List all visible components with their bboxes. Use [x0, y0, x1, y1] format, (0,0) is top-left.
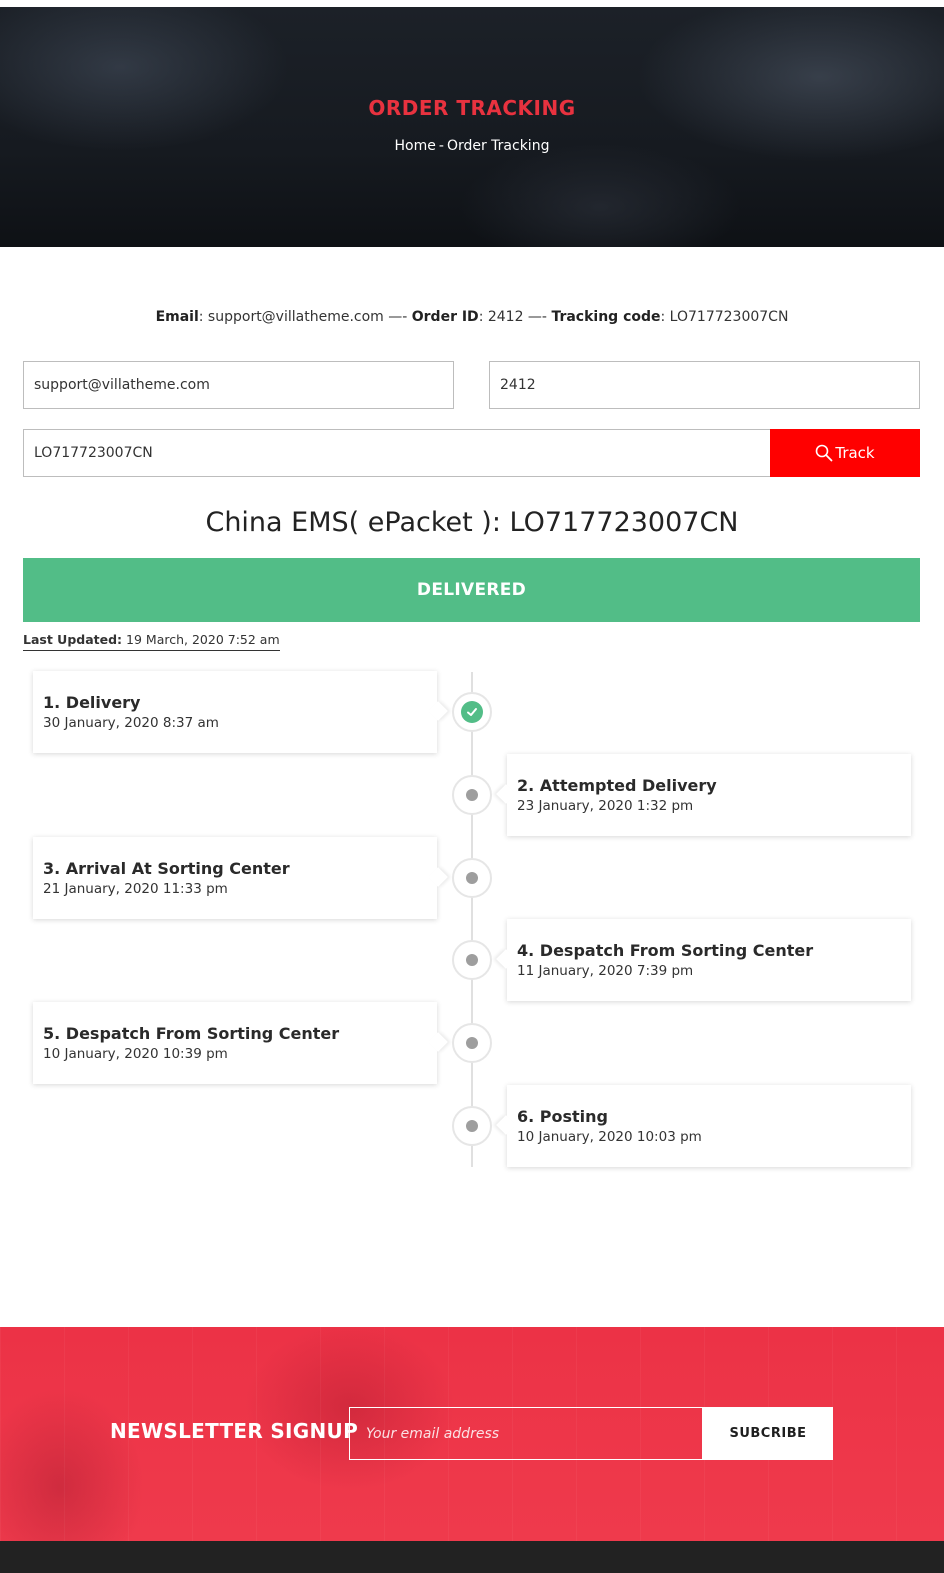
timeline-marker	[452, 1023, 492, 1063]
timeline-event-title: 5. Despatch From Sorting Center	[43, 1024, 340, 1043]
check-icon	[461, 701, 483, 723]
timeline-event-date: 10 January, 2020 10:03 pm	[517, 1129, 702, 1145]
track-button[interactable]: Track	[770, 429, 920, 477]
newsletter-email-input[interactable]	[349, 1407, 703, 1460]
page-title: ORDER TRACKING	[368, 96, 576, 120]
search-icon	[816, 444, 833, 462]
tracking-code-label: Tracking code	[551, 309, 661, 325]
dot-icon	[466, 954, 478, 966]
timeline-event-title: 3. Arrival At Sorting Center	[43, 859, 290, 878]
timeline-event-title: 1. Delivery	[43, 693, 141, 712]
top-strip	[0, 0, 944, 7]
email-field[interactable]	[23, 361, 454, 409]
dot-icon	[466, 1120, 478, 1132]
footer	[0, 1541, 944, 1573]
timeline-event-title: 6. Posting	[517, 1107, 608, 1126]
last-updated: Last Updated: 19 March, 2020 7:52 am	[23, 632, 280, 651]
newsletter-title: NEWSLETTER SIGNUP	[110, 1419, 359, 1443]
timeline-event: 5. Despatch From Sorting Center 10 Janua…	[33, 1002, 437, 1084]
dot-icon	[466, 872, 478, 884]
timeline-marker	[452, 940, 492, 980]
tracking-code-value: : LO717723007CN	[660, 309, 789, 325]
status-label: DELIVERED	[416, 580, 527, 600]
timeline-line	[471, 672, 473, 1167]
subscribe-button[interactable]: SUBCRIBE	[703, 1407, 833, 1460]
order-id-label: Order ID	[411, 309, 479, 325]
last-updated-value: 19 March, 2020 7:52 am	[122, 632, 280, 647]
timeline-marker	[452, 775, 492, 815]
breadcrumb-current: Order Tracking	[446, 138, 550, 154]
timeline-marker	[452, 858, 492, 898]
order-id-value: : 2412	[478, 309, 524, 325]
breadcrumb-home-link[interactable]: Home	[395, 138, 436, 154]
timeline-event: 6. Posting 10 January, 2020 10:03 pm	[507, 1085, 911, 1167]
tracking-summary: Email: support@villatheme.com —- Order I…	[0, 309, 944, 325]
summary-separator: —-	[383, 309, 412, 325]
timeline-event: 1. Delivery 30 January, 2020 8:37 am	[33, 671, 437, 753]
tracking-code-field[interactable]	[23, 429, 771, 477]
last-updated-label: Last Updated:	[23, 632, 123, 647]
timeline-event-title: 4. Despatch From Sorting Center	[517, 941, 814, 960]
timeline-event: 2. Attempted Delivery 23 January, 2020 1…	[507, 754, 911, 836]
status-badge: DELIVERED	[23, 558, 920, 622]
email-label: Email	[155, 309, 199, 325]
email-value: : support@villatheme.com	[198, 309, 384, 325]
timeline-event-date: 10 January, 2020 10:39 pm	[43, 1046, 228, 1062]
timeline-marker-completed	[452, 692, 492, 732]
breadcrumb: Home - Order Tracking	[0, 138, 944, 154]
summary-separator: —-	[523, 309, 552, 325]
timeline-marker	[452, 1106, 492, 1146]
timeline-event-date: 11 January, 2020 7:39 pm	[517, 963, 694, 979]
timeline-event: 4. Despatch From Sorting Center 11 Janua…	[507, 919, 911, 1001]
breadcrumb-separator: -	[438, 138, 444, 154]
timeline-event: 3. Arrival At Sorting Center 21 January,…	[33, 837, 437, 919]
timeline-event-title: 2. Attempted Delivery	[517, 776, 717, 795]
newsletter-section: NEWSLETTER SIGNUP SUBCRIBE	[0, 1327, 944, 1541]
timeline-event-date: 23 January, 2020 1:32 pm	[517, 798, 694, 814]
page-hero: ORDER TRACKING Home - Order Tracking	[0, 7, 944, 247]
order-id-field[interactable]	[489, 361, 920, 409]
dot-icon	[466, 789, 478, 801]
timeline-event-date: 30 January, 2020 8:37 am	[43, 715, 219, 731]
timeline-event-date: 21 January, 2020 11:33 pm	[43, 881, 228, 897]
dot-icon	[466, 1037, 478, 1049]
track-button-label: Track	[835, 444, 875, 462]
carrier-heading: China EMS( ePacket ): LO717723007CN	[205, 507, 739, 538]
